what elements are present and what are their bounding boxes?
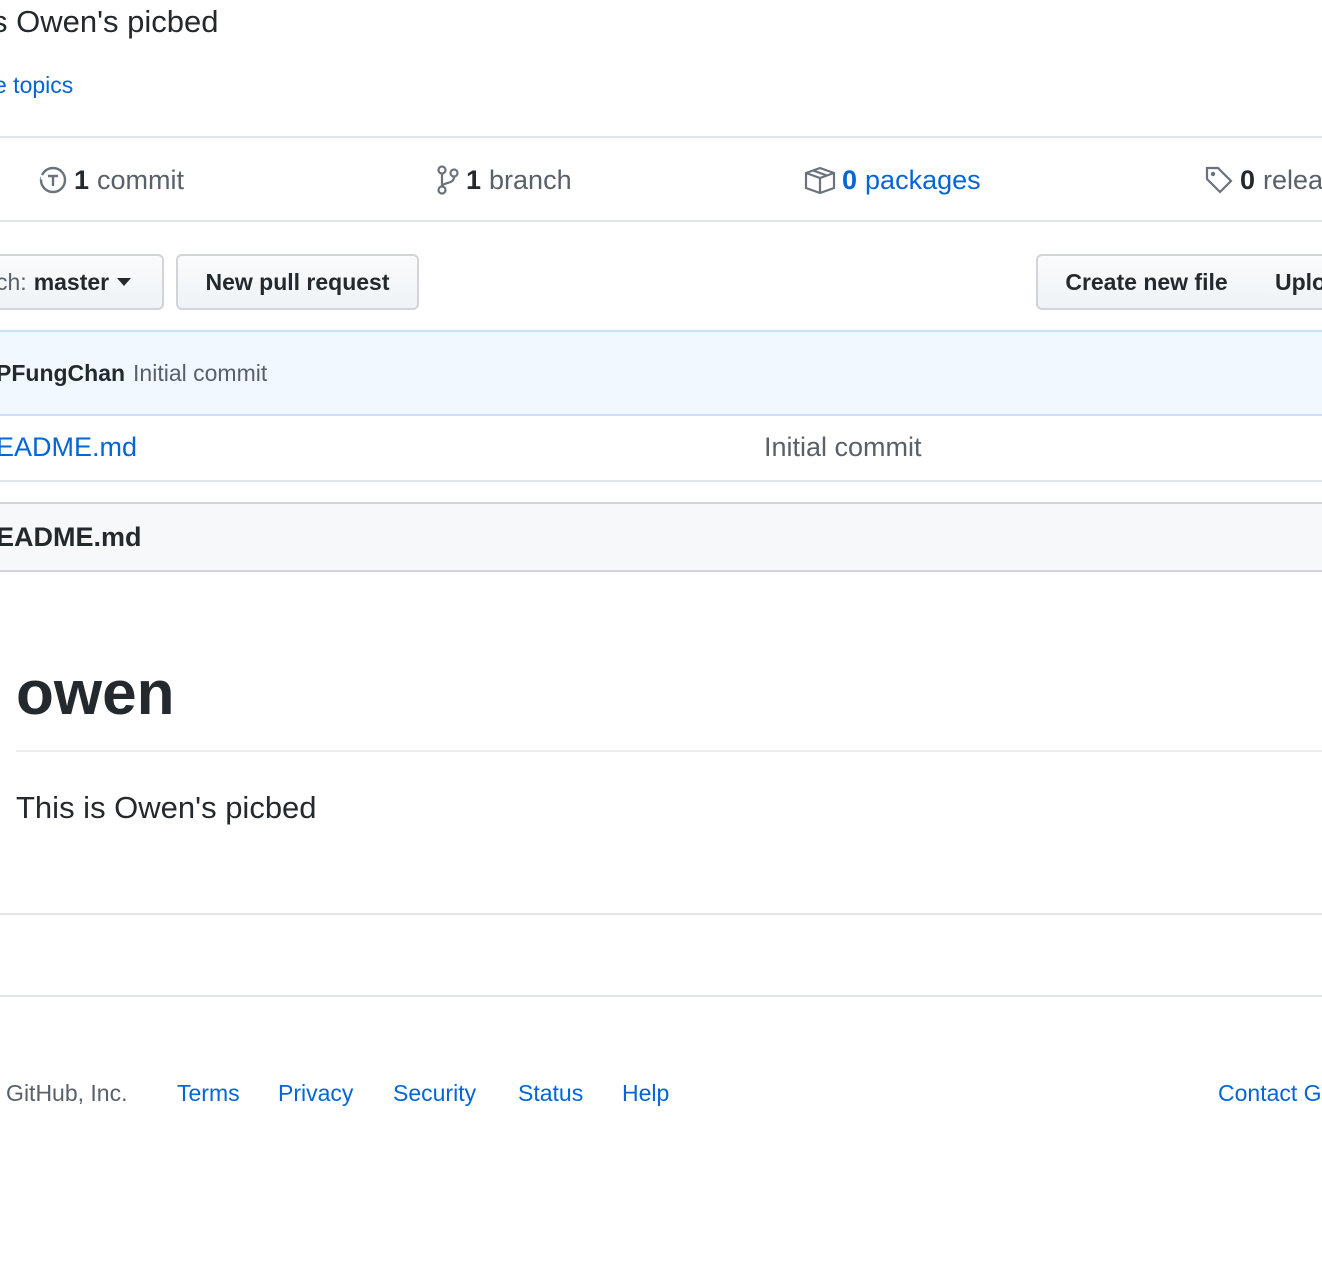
releases-link[interactable]: 0 relea	[1204, 138, 1322, 222]
readme-paragraph: This is Owen's picbed	[16, 790, 317, 825]
file-name-link[interactable]: EADME.md	[0, 432, 137, 463]
readme-heading: owen	[16, 659, 175, 728]
readme-header-title: EADME.md	[0, 521, 142, 552]
history-icon	[39, 166, 67, 194]
footer-copyright: ) GitHub, Inc.	[0, 1080, 128, 1106]
footer-link-terms[interactable]: Terms	[177, 1080, 240, 1107]
footer-link-help[interactable]: Help	[622, 1080, 669, 1107]
branches-link[interactable]: 1 branch	[436, 138, 572, 222]
commit-author[interactable]: PFungChan	[0, 360, 125, 387]
branch-select-button[interactable]: ch: master	[0, 254, 164, 310]
file-commit-message[interactable]: Initial commit	[764, 432, 922, 463]
readme-header: EADME.md	[0, 502, 1322, 572]
packages-count: 0	[842, 164, 858, 195]
footer-link-status[interactable]: Status	[518, 1080, 583, 1107]
divider	[0, 913, 1322, 915]
footer-link-contact[interactable]: Contact G	[1218, 1080, 1322, 1107]
tag-icon	[1205, 166, 1233, 194]
commits-link[interactable]: 1 commit	[38, 138, 184, 222]
branches-label: branch	[489, 164, 572, 195]
commits-label: commit	[97, 164, 185, 195]
manage-topics-link[interactable]: e topics	[0, 72, 73, 99]
releases-count: 0	[1240, 164, 1256, 195]
releases-label: relea	[1263, 164, 1322, 195]
footer-link-security[interactable]: Security	[393, 1080, 476, 1107]
branch-name: master	[33, 268, 110, 295]
readme-heading-rule	[16, 750, 1322, 752]
packages-link[interactable]: 0 packages	[804, 138, 981, 222]
file-row: EADME.md Initial commit	[0, 416, 1322, 482]
commits-count: 1	[74, 164, 90, 195]
latest-commit-bar: PFungChan Initial commit	[0, 330, 1322, 416]
new-pull-request-button[interactable]: New pull request	[176, 254, 419, 310]
branch-icon	[437, 165, 459, 195]
create-new-file-button[interactable]: Create new file	[1036, 254, 1257, 310]
packages-label: packages	[865, 164, 981, 195]
footer-divider	[0, 995, 1322, 997]
branch-prefix: ch:	[0, 268, 27, 295]
numbers-summary: 1 commit 1 branch 0 packages 0 relea	[0, 136, 1322, 222]
commit-message[interactable]: Initial commit	[133, 360, 267, 387]
repo-description: s Owen's picbed	[0, 4, 219, 39]
footer-link-privacy[interactable]: Privacy	[278, 1080, 353, 1107]
chevron-down-icon	[117, 278, 132, 286]
package-icon	[804, 166, 836, 194]
upload-files-button[interactable]: Uplo	[1255, 254, 1322, 310]
branches-count: 1	[466, 164, 482, 195]
